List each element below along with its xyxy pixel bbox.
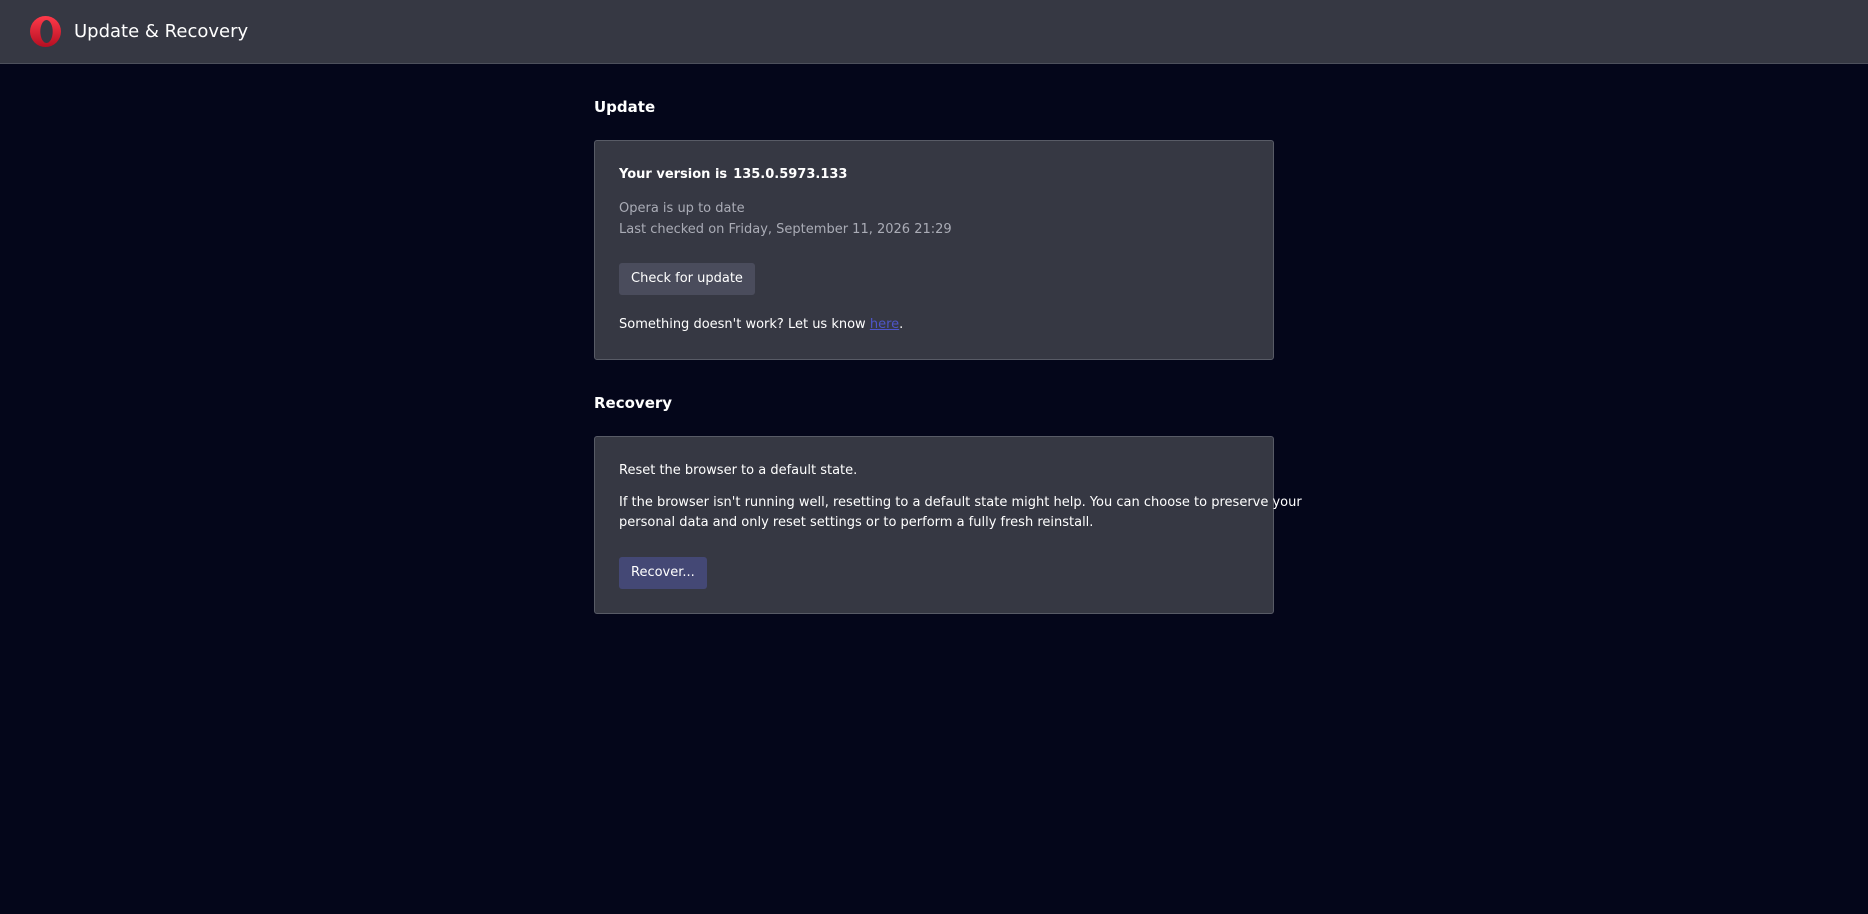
recover-button[interactable]: Recover... bbox=[619, 557, 707, 589]
feedback-link[interactable]: here bbox=[870, 317, 899, 332]
opera-logo-icon bbox=[30, 16, 61, 47]
app-title: Update & Recovery bbox=[74, 21, 249, 42]
feedback-text: Something doesn't work? Let us know here… bbox=[619, 315, 903, 335]
update-card: Your version is 135.0.5973.133 Opera is u… bbox=[594, 140, 1274, 360]
version-number: 135.0.5973.133 bbox=[733, 167, 848, 182]
update-status: Opera is up to date bbox=[619, 201, 745, 216]
top-bar: Update & Recovery bbox=[0, 0, 1868, 64]
recovery-description-line2: personal data and only reset settings or… bbox=[619, 515, 1094, 530]
last-checked: Last checked on Friday, September 11, 20… bbox=[619, 222, 952, 237]
check-for-update-button[interactable]: Check for update bbox=[619, 263, 755, 295]
update-heading: Update bbox=[594, 98, 656, 116]
version-info: Your version is 135.0.5973.133 bbox=[619, 166, 847, 184]
recovery-heading: Recovery bbox=[594, 394, 673, 412]
recovery-description-line1: If the browser isn't running well, reset… bbox=[619, 495, 1302, 510]
version-label: Your version is bbox=[619, 167, 728, 182]
feedback-suffix: . bbox=[899, 317, 904, 332]
recovery-intro: Reset the browser to a default state. bbox=[619, 463, 858, 478]
recovery-card: Reset the browser to a default state. If… bbox=[594, 436, 1302, 614]
feedback-prefix: Something doesn't work? Let us know bbox=[619, 317, 870, 332]
